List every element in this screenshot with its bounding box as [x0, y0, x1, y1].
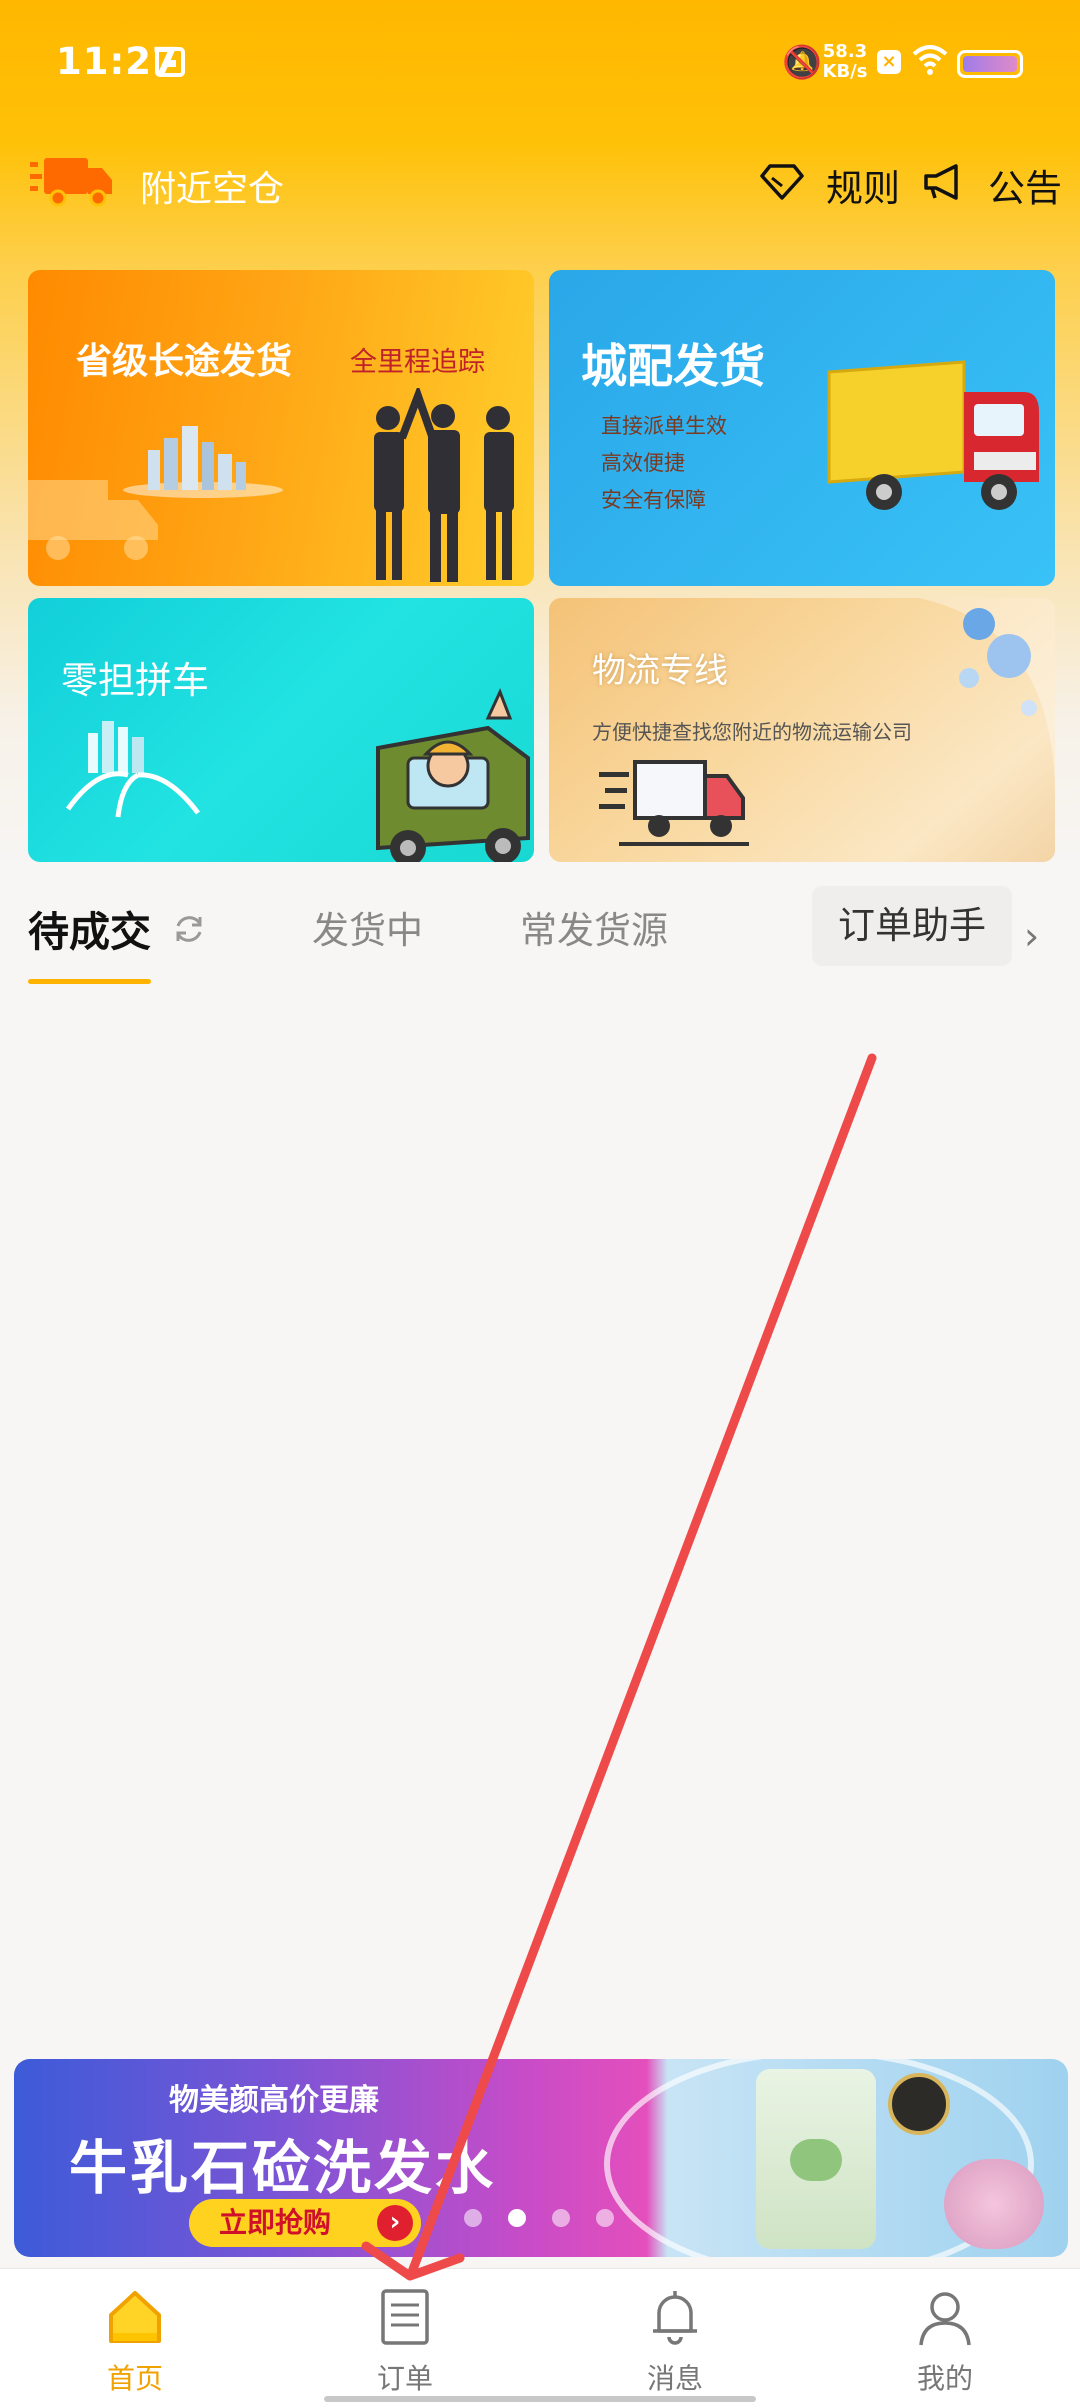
card-ltl-carpool[interactable]: 零担拼车	[28, 598, 534, 862]
carousel-dot[interactable]	[552, 2209, 570, 2227]
city-line: 直接派单生效	[601, 414, 727, 438]
stock-badge-icon	[888, 2073, 950, 2135]
ad-line2: 牛乳石硷洗发水	[69, 2134, 497, 2202]
close-box-icon: ×	[877, 50, 901, 74]
ad-line1: 物美颜高价更廉	[169, 2083, 379, 2118]
top-bar: 附近空仓 规则 公告	[0, 140, 1080, 230]
order-helper-button[interactable]: 订单助手	[812, 886, 1012, 966]
card-city-delivery[interactable]: 城配发货 直接派单生效 高效便捷 安全有保障	[549, 270, 1055, 586]
tab-shipping[interactable]: 发货中	[312, 900, 423, 954]
ad-buy-button[interactable]: 立即抢购 ›	[189, 2199, 421, 2247]
net-speed: 58.3 KB/s	[820, 42, 870, 82]
calendar-icon	[155, 47, 185, 77]
wifi-icon	[912, 45, 948, 75]
order-tabs: 待成交 发货中 常发货源 订单助手 ›	[0, 880, 1080, 984]
chevron-right-icon[interactable]: ›	[1024, 914, 1039, 958]
tab-pending[interactable]: 待成交	[28, 898, 151, 984]
nav-messages-label: 消息	[646, 2362, 703, 2395]
cartoon-driver-truck-image	[376, 688, 530, 862]
carousel-dot-active[interactable]	[508, 2209, 526, 2227]
card-long-distance-title: 省级长途发货	[76, 341, 293, 382]
nav-messages[interactable]: 消息	[540, 2269, 810, 2408]
businessmen-image	[374, 388, 514, 582]
mute-bell-icon: 🔕	[782, 43, 822, 81]
tab-frequent-sources[interactable]: 常发货源	[520, 900, 668, 954]
card-long-distance[interactable]: 省级长途发货 全里程追踪	[28, 270, 534, 586]
shampoo-bottle-image	[756, 2069, 876, 2249]
megaphone-icon[interactable]	[922, 162, 966, 202]
status-bar: 11:27 🔕 58.3 KB/s ×	[0, 0, 1080, 125]
rules-link[interactable]: 规则	[826, 158, 900, 212]
truck-watermark-icon	[28, 480, 158, 560]
city-arrows-icon	[65, 721, 200, 818]
gesture-bar[interactable]	[324, 2396, 756, 2402]
card-long-distance-subtitle: 全里程追踪	[350, 347, 485, 378]
nav-profile[interactable]: 我的	[810, 2269, 1080, 2408]
nav-orders[interactable]: 订单	[270, 2269, 540, 2408]
bell-icon	[653, 2291, 697, 2345]
card-city-delivery-title: 城配发货	[581, 339, 765, 393]
ad-banner[interactable]: 物美颜高价更廉 牛乳石硷洗发水 立即抢购 ›	[14, 2059, 1068, 2257]
planet-bubbles-icon	[919, 598, 1055, 798]
net-speed-value: 58.3	[822, 41, 868, 62]
nav-home-label: 首页	[106, 2362, 163, 2395]
nav-home[interactable]: 首页	[0, 2269, 270, 2408]
refresh-icon[interactable]	[172, 912, 206, 946]
notice-link[interactable]: 公告	[988, 158, 1062, 212]
home-icon	[109, 2291, 161, 2343]
city-line: 安全有保障	[601, 488, 706, 512]
bottom-nav: 首页 订单 消息 我的	[0, 2268, 1080, 2408]
yellow-truck-image	[827, 360, 1039, 510]
ad-buy-label: 立即抢购	[219, 2206, 332, 2239]
net-speed-unit: KB/s	[822, 61, 868, 82]
battery-icon	[957, 50, 1023, 78]
nearby-space-title[interactable]: 附近空仓	[140, 160, 284, 212]
diamond-icon[interactable]	[760, 162, 804, 202]
order-icon	[381, 2289, 429, 2345]
flower-image	[944, 2159, 1044, 2249]
card-ltl-carpool-title: 零担拼车	[61, 659, 209, 702]
card-logistics-line-desc: 方便快捷查找您附近的物流运输公司	[592, 720, 912, 744]
delivery-truck-icon	[599, 760, 749, 846]
city-line: 高效便捷	[601, 451, 685, 475]
carousel-dot[interactable]	[596, 2209, 614, 2227]
nav-orders-label: 订单	[376, 2362, 433, 2395]
user-icon	[919, 2292, 971, 2346]
card-logistics-line-title: 物流专线	[592, 651, 728, 691]
ad-carousel-dots[interactable]	[464, 2209, 640, 2231]
nav-profile-label: 我的	[916, 2362, 973, 2395]
card-logistics-line[interactable]: 物流专线 方便快捷查找您附近的物流运输公司	[549, 598, 1055, 862]
carousel-dot[interactable]	[464, 2209, 482, 2227]
arrow-right-icon: ›	[377, 2205, 413, 2241]
card-city-delivery-lines: 直接派单生效 高效便捷 安全有保障	[601, 408, 727, 519]
truck-logo-icon	[30, 158, 112, 207]
